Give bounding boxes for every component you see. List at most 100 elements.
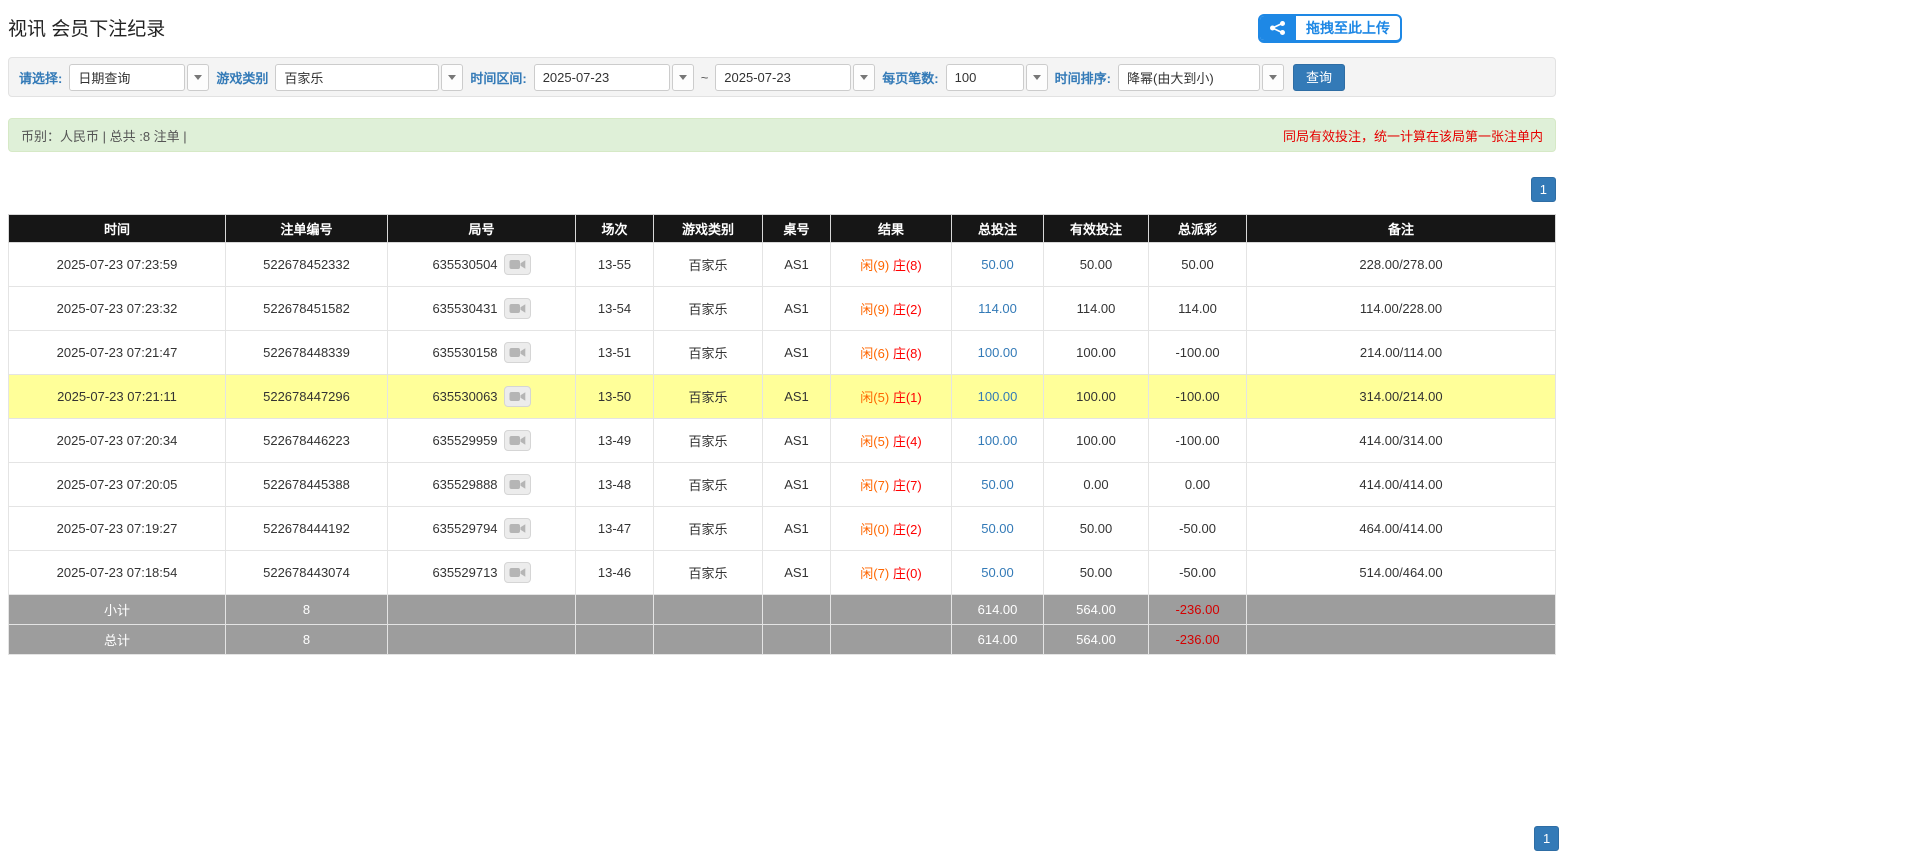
total-bet-link[interactable]: 50.00 [981,521,1014,536]
round-number: 635530158 [432,345,497,360]
game-category-value: 百家乐 [275,64,439,91]
total-bet-link[interactable]: 100.00 [978,433,1018,448]
cell-time: 2025-07-23 07:20:34 [9,419,226,463]
cell-total-bet: 114.00 [952,287,1044,331]
cell-time: 2025-07-23 07:20:05 [9,463,226,507]
table-row: 2025-07-23 07:20:34522678446223 635529959… [9,419,1556,463]
chevron-down-icon[interactable] [1262,64,1284,91]
result-player: 闲(7) [860,478,889,493]
cell-game: 百家乐 [654,243,763,287]
game-category-select[interactable]: 百家乐 [275,64,463,91]
cell-remark: 314.00/214.00 [1247,375,1556,419]
cell-game: 百家乐 [654,463,763,507]
cell-remark: 114.00/228.00 [1247,287,1556,331]
column-header: 备注 [1247,215,1556,243]
query-type-select[interactable]: 日期查询 [69,64,209,91]
cell-session: 13-46 [576,551,654,595]
column-header: 结果 [831,215,952,243]
chevron-down-icon[interactable] [441,64,463,91]
cell-table-no: AS1 [763,507,831,551]
result-banker: 庄(8) [893,258,922,273]
search-button[interactable]: 查询 [1293,64,1345,91]
cell-payout: -100.00 [1149,375,1247,419]
result-player: 闲(5) [860,390,889,405]
cell-game: 百家乐 [654,507,763,551]
result-banker: 庄(1) [893,390,922,405]
pagination-page-1[interactable]: 1 [1531,177,1556,202]
cell-session: 13-54 [576,287,654,331]
total-bet-link[interactable]: 100.00 [978,389,1018,404]
cell-bet-id: 522678446223 [226,419,388,463]
video-camera-icon [509,522,526,535]
result-banker: 庄(8) [893,346,922,361]
sort-order-select[interactable]: 降幂(由大到小) [1118,64,1284,91]
date-from-value: 2025-07-23 [534,64,670,91]
total-bet-link[interactable]: 50.00 [981,565,1014,580]
cell-time: 2025-07-23 07:18:54 [9,551,226,595]
total-count: 8 [226,625,388,655]
video-replay-button[interactable] [504,298,531,319]
cell-session: 13-55 [576,243,654,287]
video-replay-button[interactable] [504,518,531,539]
video-replay-button[interactable] [504,386,531,407]
cell-result: 闲(0) 庄(2) [831,507,952,551]
round-number: 635529959 [432,433,497,448]
sort-order-value: 降幂(由大到小) [1118,64,1260,91]
video-replay-button[interactable] [504,562,531,583]
cell-session: 13-47 [576,507,654,551]
date-to-picker[interactable]: 2025-07-23 [715,64,875,91]
subtotal-valid-bet: 564.00 [1044,595,1149,625]
result-player: 闲(9) [860,302,889,317]
column-header: 游戏类别 [654,215,763,243]
video-replay-button[interactable] [504,474,531,495]
sort-order-label: 时间排序: [1055,68,1111,87]
cell-remark: 214.00/114.00 [1247,331,1556,375]
cell-payout: -50.00 [1149,507,1247,551]
chevron-down-icon[interactable] [853,64,875,91]
total-bet-link[interactable]: 50.00 [981,257,1014,272]
total-bet-link[interactable]: 100.00 [978,345,1018,360]
pagination-page-1-bottom[interactable]: 1 [1534,826,1559,851]
round-number: 635530063 [432,389,497,404]
cell-payout: 50.00 [1149,243,1247,287]
round-number: 635529713 [432,565,497,580]
share-nodes-icon [1268,20,1288,36]
cell-bet-id: 522678448339 [226,331,388,375]
game-category-label: 游戏类别 [216,68,268,87]
date-to-value: 2025-07-23 [715,64,851,91]
cell-round: 635529713 [388,551,576,595]
result-banker: 庄(0) [893,566,922,581]
cell-round: 635529794 [388,507,576,551]
video-replay-button[interactable] [504,430,531,451]
video-replay-button[interactable] [504,342,531,363]
chevron-down-icon[interactable] [1026,64,1048,91]
page-size-select[interactable]: 100 [946,64,1048,91]
summary-bar: 币别：人民币 | 总共 :8 注单 | 同局有效投注，统一计算在该局第一张注单内 [8,118,1556,152]
cell-time: 2025-07-23 07:21:11 [9,375,226,419]
table-row: 2025-07-23 07:23:32522678451582635530431… [9,287,1556,331]
video-replay-button[interactable] [504,254,531,275]
cell-result: 闲(9) 庄(8) [831,243,952,287]
filter-bar: 请选择: 日期查询 游戏类别 百家乐 时间区间: 2025-07-23 ~ 20… [8,57,1556,97]
column-header: 局号 [388,215,576,243]
main-content: 视讯 会员下注纪录 请选择: 日期查询 游戏类别 百家乐 时间区间: 2025-… [8,14,1556,655]
result-player: 闲(6) [860,346,889,361]
table-row: 2025-07-23 07:19:27522678444192635529794… [9,507,1556,551]
cell-game: 百家乐 [654,375,763,419]
upload-dropzone[interactable]: 拖拽至此上传 [1258,14,1402,43]
cell-remark: 514.00/464.00 [1247,551,1556,595]
video-camera-icon [509,346,526,359]
chevron-down-icon[interactable] [672,64,694,91]
cell-time: 2025-07-23 07:23:32 [9,287,226,331]
cell-table-no: AS1 [763,243,831,287]
total-bet-link[interactable]: 114.00 [978,301,1017,316]
cell-result: 闲(5) 庄(1) [831,375,952,419]
total-bet-link[interactable]: 50.00 [981,477,1014,492]
page-size-value: 100 [946,64,1024,91]
query-type-value: 日期查询 [69,64,185,91]
cell-valid-bet: 50.00 [1044,551,1149,595]
date-from-picker[interactable]: 2025-07-23 [534,64,694,91]
cell-payout: 114.00 [1149,287,1247,331]
total-label: 总计 [9,625,226,655]
chevron-down-icon[interactable] [187,64,209,91]
